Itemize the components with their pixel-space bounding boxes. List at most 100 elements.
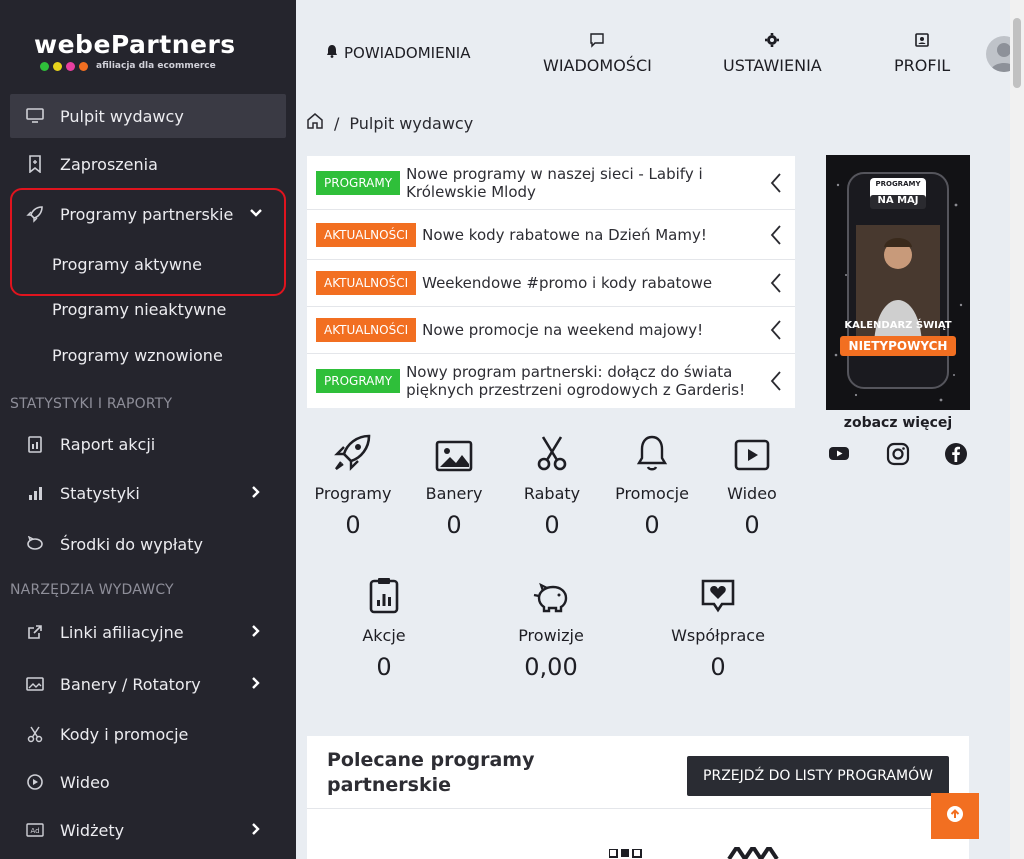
sidebar-subitem-resumed-programs[interactable]: Programy wznowione: [52, 340, 223, 370]
news-tag: AKTUALNOŚCI: [316, 271, 417, 295]
chevron-left-icon[interactable]: [769, 224, 783, 250]
chevron-left-icon[interactable]: [769, 319, 783, 345]
stat-name: Prowizje: [518, 626, 584, 645]
news-item[interactable]: AKTUALNOŚCI Weekendowe #promo i kody rab…: [307, 260, 795, 307]
sidebar-item-invitations[interactable]: Zaproszenia: [10, 142, 286, 186]
stat-commissions[interactable]: Prowizje 0,00: [501, 574, 601, 681]
sidebar-item-label: Statystyki: [60, 483, 140, 503]
stat-promotions[interactable]: Promocje 0: [602, 432, 702, 539]
stat-value: 0: [345, 511, 361, 539]
news-item[interactable]: PROGRAMY Nowe programy w naszej sieci - …: [307, 156, 795, 210]
piggy-bank-icon: [531, 574, 571, 614]
brand-logo[interactable]: webePartners afiliacja dla ecommerce: [34, 30, 236, 71]
sidebar-item-banners[interactable]: Banery / Rotatory: [10, 662, 286, 706]
breadcrumb: / Pulpit wydawcy: [306, 112, 473, 134]
divider: [307, 808, 969, 809]
sidebar-item-affiliate-links[interactable]: Linki afiliacyjne: [10, 610, 286, 654]
external-link-icon: [24, 621, 46, 643]
promo-highlight: NIETYPOWYCH: [840, 336, 956, 356]
sidebar-item-video[interactable]: Wideo: [10, 760, 286, 804]
stat-value: 0: [644, 511, 660, 539]
go-to-programs-button[interactable]: PRZEJDŹ DO LISTY PROGRAMÓW: [687, 756, 949, 796]
sidebar-subitem-active-programs[interactable]: Programy aktywne: [52, 249, 202, 279]
image-icon: [24, 673, 46, 695]
stat-video[interactable]: Wideo 0: [702, 432, 802, 539]
sidebar-item-label: Banery / Rotatory: [60, 674, 201, 694]
sidebar-item-label: Widżety: [60, 820, 125, 840]
profile-button[interactable]: PROFIL: [894, 32, 950, 75]
play-icon: [734, 432, 770, 472]
sidebar-subitem-inactive-programs[interactable]: Programy nieaktywne: [52, 294, 226, 324]
news-title: Nowe programy w naszej sieci - Labify i …: [406, 164, 703, 201]
home-icon[interactable]: [306, 112, 324, 134]
stat-name: Wideo: [727, 484, 777, 503]
sidebar-item-statistics[interactable]: Statystyki: [10, 471, 286, 515]
sidebar-item-widgets[interactable]: Ad Widżety: [10, 808, 286, 852]
bell-icon: [636, 432, 668, 472]
stat-collaborations[interactable]: Współprace 0: [668, 574, 768, 681]
stat-value: 0: [744, 511, 760, 539]
sidebar-item-action-report[interactable]: Raport akcji: [10, 422, 286, 466]
news-list: PROGRAMY Nowe programy w naszej sieci - …: [307, 156, 795, 408]
chevron-right-icon: [248, 484, 264, 504]
scissors-icon: [24, 723, 46, 745]
sidebar-item-label: Wideo: [60, 772, 110, 792]
news-item[interactable]: AKTUALNOŚCI Nowe kody rabatowe na Dzień …: [307, 210, 795, 260]
logo-dot-pink: [66, 61, 75, 71]
news-title: Weekendowe #promo i kody rabatowe: [422, 274, 713, 292]
sidebar-item-label: Linki afiliacyjne: [60, 622, 184, 642]
youtube-icon[interactable]: [828, 442, 850, 468]
sidebar-item-label: Zaproszenia: [60, 154, 158, 174]
scrollbar-thumb[interactable]: [1013, 18, 1021, 88]
chevron-left-icon[interactable]: [769, 272, 783, 298]
arrow-up-icon: [946, 805, 964, 827]
image-icon: [435, 432, 473, 472]
bookmark-icon: [24, 153, 46, 175]
stat-name: Akcje: [362, 626, 406, 645]
promo-banner[interactable]: PROGRAMY NA MAJ KALENDARZ ŚWIĄT NIETYPOW…: [826, 155, 970, 410]
piggy-bank-icon: [24, 533, 46, 555]
sidebar-item-codes-promos[interactable]: Kody i promocje: [10, 712, 286, 756]
facebook-icon[interactable]: [944, 442, 968, 470]
stat-actions[interactable]: Akcje 0: [334, 574, 434, 681]
promo-badge-top: PROGRAMY: [875, 180, 921, 188]
settings-button[interactable]: USTAWIENIA: [723, 32, 822, 75]
chevron-right-icon: [248, 623, 264, 643]
promo-badge-bottom: NA MAJ: [877, 195, 919, 206]
heart-message-icon: [700, 574, 736, 614]
see-more-link[interactable]: zobacz więcej: [826, 415, 970, 431]
sidebar: webePartners afiliacja dla ecommerce Pul…: [0, 0, 296, 859]
stat-value: 0,00: [524, 653, 578, 681]
news-item[interactable]: AKTUALNOŚCI Nowe promocje na weekend maj…: [307, 307, 795, 354]
scroll-to-top-button[interactable]: [931, 793, 979, 839]
chevron-left-icon[interactable]: [769, 172, 783, 198]
chevron-right-icon: [248, 675, 264, 695]
sidebar-item-dashboard[interactable]: Pulpit wydawcy: [10, 94, 286, 138]
promo-banner-art: [826, 155, 970, 410]
news-tag: AKTUALNOŚCI: [316, 318, 417, 342]
settings-label: USTAWIENIA: [723, 56, 822, 75]
messages-button[interactable]: WIADOMOŚCI: [543, 32, 652, 75]
recommended-programs-panel: Polecane programy partnerskie PRZEJDŹ DO…: [307, 736, 969, 859]
chevron-right-icon: [248, 821, 264, 841]
ad-icon: Ad: [24, 819, 46, 841]
news-item[interactable]: PROGRAMY Nowy program partnerski: dołącz…: [307, 354, 795, 408]
stat-discounts[interactable]: Rabaty 0: [502, 432, 602, 539]
page-scrollbar[interactable]: [1010, 0, 1024, 859]
gear-icon: [764, 32, 780, 52]
scissors-icon: [537, 432, 567, 472]
stat-value: 0: [376, 653, 392, 681]
promo-caption: KALENDARZ ŚWIĄT: [844, 320, 952, 331]
bell-icon: [326, 44, 338, 62]
messages-label: WIADOMOŚCI: [543, 56, 652, 75]
svg-text:Ad: Ad: [30, 827, 39, 835]
stat-name: Promocje: [615, 484, 689, 503]
sidebar-item-label: Raport akcji: [60, 434, 156, 454]
stat-programs[interactable]: Programy 0: [303, 432, 403, 539]
stat-value: 0: [544, 511, 560, 539]
notifications-button[interactable]: POWIADOMIENIA: [326, 44, 470, 62]
chevron-left-icon[interactable]: [769, 370, 783, 396]
stat-banners[interactable]: Banery 0: [404, 432, 504, 539]
sidebar-item-payouts[interactable]: Środki do wypłaty: [10, 522, 286, 566]
instagram-icon[interactable]: [886, 442, 910, 470]
